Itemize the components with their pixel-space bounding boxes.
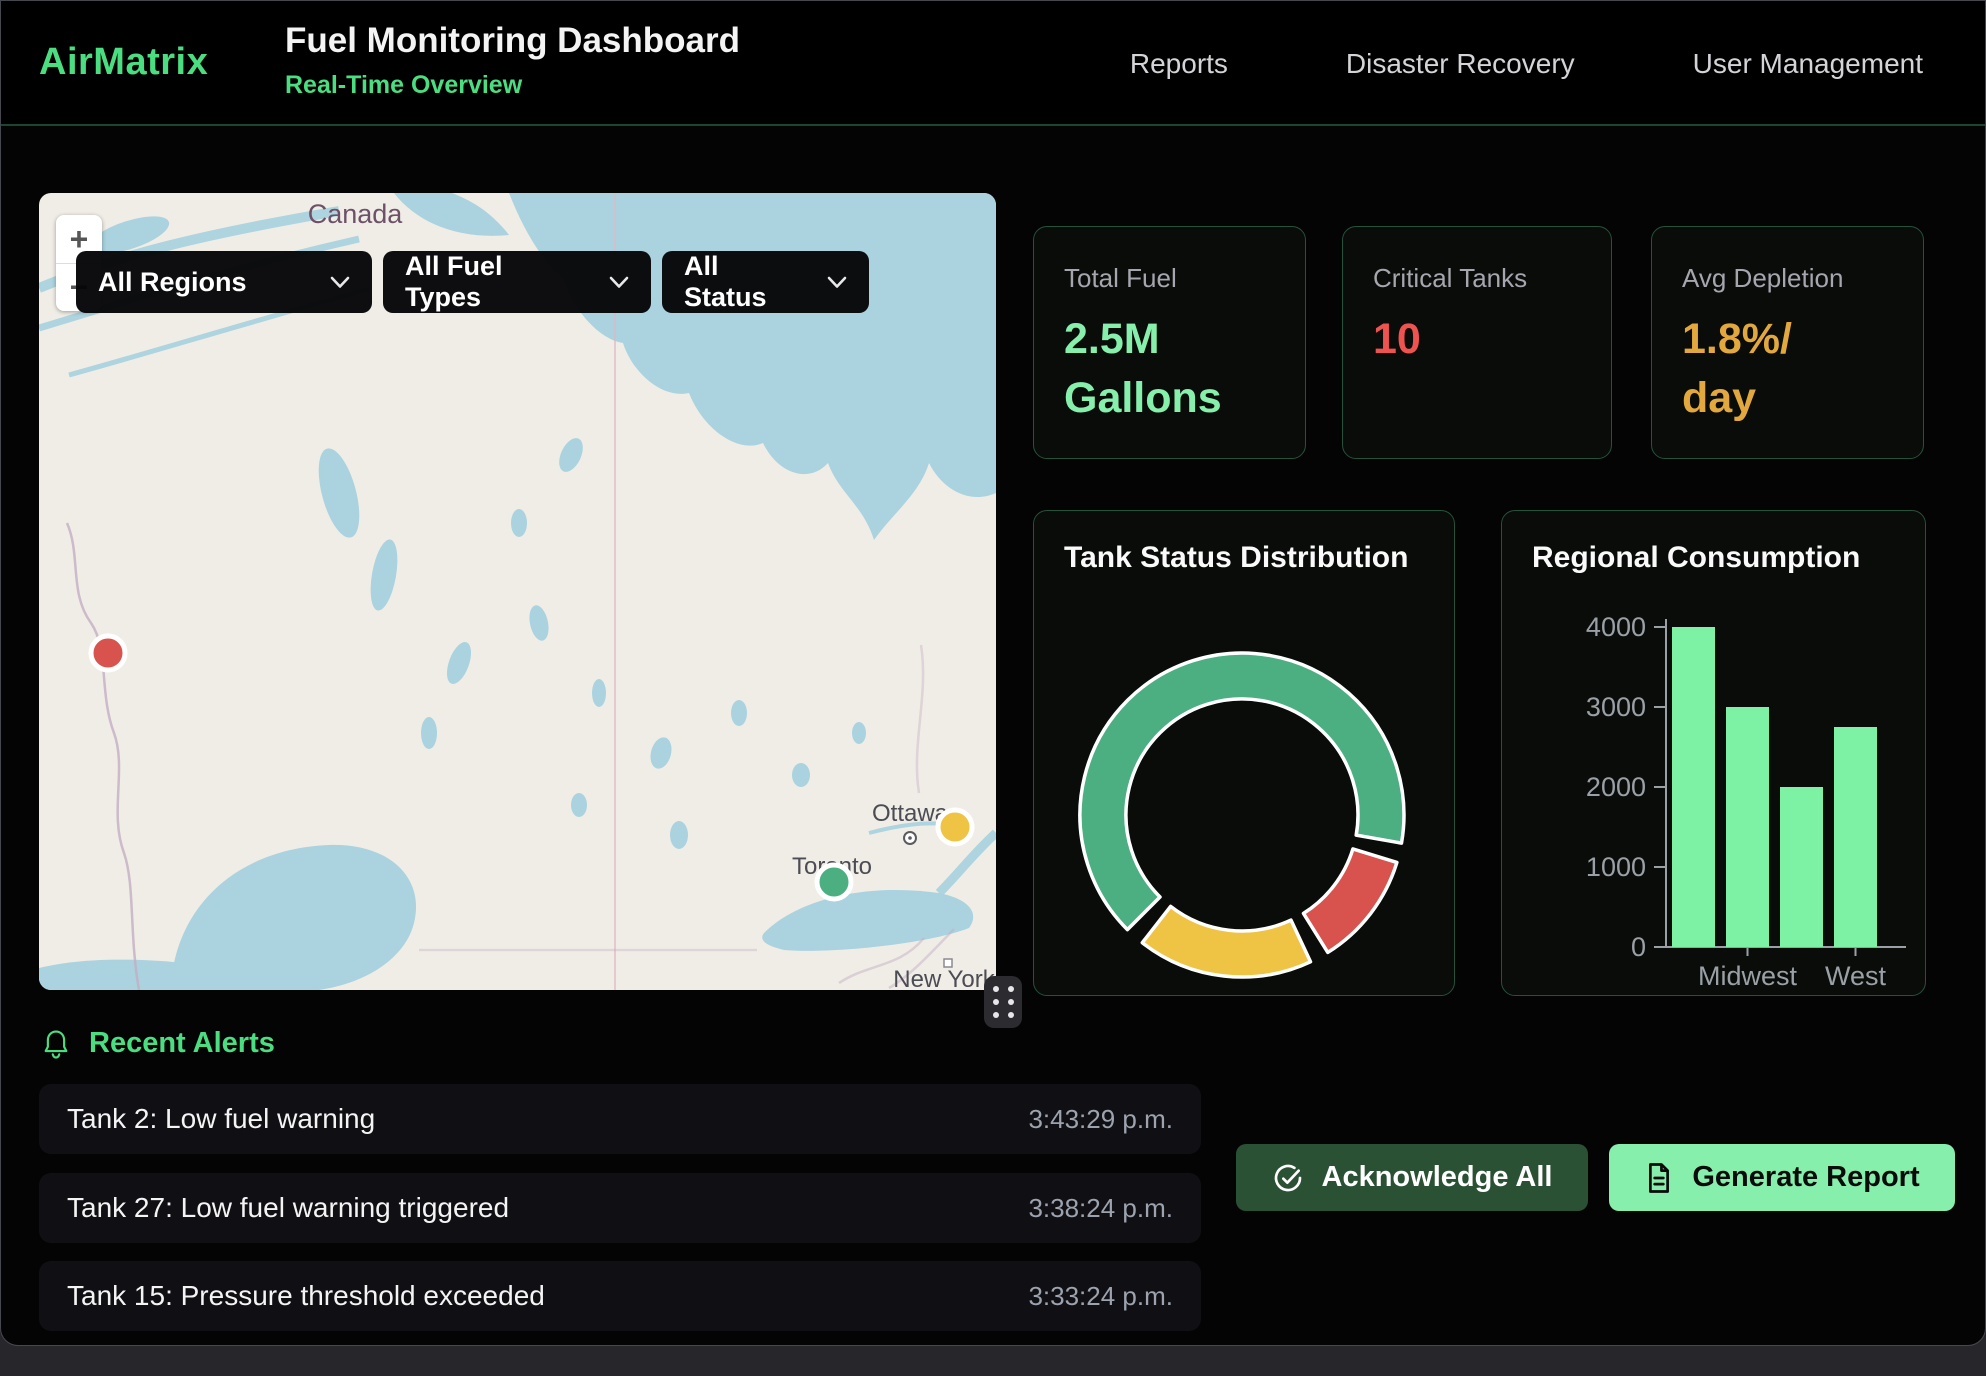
page-subtitle: Real-Time Overview xyxy=(285,71,740,100)
fuel-types-filter-value: All Fuel Types xyxy=(405,251,583,313)
alert-row[interactable]: Tank 15: Pressure threshold exceeded 3:3… xyxy=(39,1261,1201,1331)
top-nav-bar: AirMatrix Fuel Monitoring Dashboard Real… xyxy=(1,1,1985,126)
chevron-down-icon xyxy=(609,276,629,289)
status-filter-dropdown[interactable]: All Status xyxy=(662,251,869,313)
fuel-map[interactable]: Canada Ottawa Toronto New York + − All R… xyxy=(39,193,996,990)
recent-alerts-header: Recent Alerts xyxy=(43,1027,275,1060)
alert-timestamp: 3:33:24 p.m. xyxy=(1028,1281,1173,1312)
acknowledge-all-label: Acknowledge All xyxy=(1322,1161,1553,1194)
status-filter-value: All Status xyxy=(684,251,801,313)
map-filters: All Regions All Fuel Types All Status xyxy=(76,251,869,313)
tank-marker-normal[interactable] xyxy=(817,865,851,899)
svg-text:3000: 3000 xyxy=(1586,692,1646,722)
map-label-new-york: New York xyxy=(893,966,995,990)
main-nav: Reports Disaster Recovery User Managemen… xyxy=(1130,1,1923,126)
kpi-value: 2.5M Gallons xyxy=(1064,310,1275,429)
nav-item-disaster-recovery[interactable]: Disaster Recovery xyxy=(1346,48,1575,80)
regional-consumption-card: Regional Consumption 0 1000 2000 3000 40… xyxy=(1501,510,1926,996)
panel-drag-handle[interactable] xyxy=(984,976,1022,1028)
alert-timestamp: 3:43:29 p.m. xyxy=(1028,1104,1173,1135)
kpi-card-critical-tanks: Critical Tanks 10 xyxy=(1342,226,1612,459)
check-circle-icon xyxy=(1272,1162,1304,1194)
nav-item-user-management[interactable]: User Management xyxy=(1693,48,1923,80)
tank-status-distribution-card: Tank Status Distribution xyxy=(1033,510,1455,996)
kpi-value: 1.8%/ day xyxy=(1682,310,1893,429)
svg-text:0: 0 xyxy=(1631,932,1646,962)
kpi-label: Critical Tanks xyxy=(1373,263,1581,294)
tank-marker-critical[interactable] xyxy=(91,636,125,670)
alert-timestamp: 3:38:24 p.m. xyxy=(1028,1193,1173,1224)
svg-text:1000: 1000 xyxy=(1586,852,1646,882)
acknowledge-all-button[interactable]: Acknowledge All xyxy=(1236,1144,1588,1211)
title-block: Fuel Monitoring Dashboard Real-Time Over… xyxy=(285,21,740,100)
fuel-types-filter-dropdown[interactable]: All Fuel Types xyxy=(383,251,651,313)
svg-text:West: West xyxy=(1825,961,1887,991)
tank-status-donut-chart xyxy=(1034,609,1456,995)
generate-report-button[interactable]: Generate Report xyxy=(1609,1144,1955,1211)
chart-title: Tank Status Distribution xyxy=(1064,541,1408,575)
grip-dots-icon xyxy=(993,986,1014,1018)
kpi-card-total-fuel: Total Fuel 2.5M Gallons xyxy=(1033,226,1306,459)
alert-row[interactable]: Tank 27: Low fuel warning triggered 3:38… xyxy=(39,1173,1201,1243)
nav-item-reports[interactable]: Reports xyxy=(1130,48,1228,80)
kpi-value: 10 xyxy=(1373,310,1581,369)
regional-consumption-bar-chart: 0 1000 2000 3000 4000 Midwest West xyxy=(1502,511,1927,997)
alert-text: Tank 15: Pressure threshold exceeded xyxy=(67,1280,545,1312)
alert-text: Tank 2: Low fuel warning xyxy=(67,1103,375,1135)
page-title: Fuel Monitoring Dashboard xyxy=(285,21,740,61)
dashboard-frame: AirMatrix Fuel Monitoring Dashboard Real… xyxy=(0,0,1986,1346)
alert-text: Tank 27: Low fuel warning triggered xyxy=(67,1192,509,1224)
tank-marker-warning[interactable] xyxy=(938,810,972,844)
svg-text:2000: 2000 xyxy=(1586,772,1646,802)
report-document-icon xyxy=(1644,1162,1674,1194)
recent-alerts-title: Recent Alerts xyxy=(89,1027,275,1060)
svg-text:4000: 4000 xyxy=(1586,612,1646,642)
regions-filter-value: All Regions xyxy=(98,267,247,298)
kpi-label: Total Fuel xyxy=(1064,263,1275,294)
brand-logo: AirMatrix xyxy=(39,41,208,84)
regions-filter-dropdown[interactable]: All Regions xyxy=(76,251,372,313)
map-label-canada: Canada xyxy=(308,199,404,229)
kpi-label: Avg Depletion xyxy=(1682,263,1893,294)
chevron-down-icon xyxy=(827,276,847,289)
generate-report-label: Generate Report xyxy=(1692,1161,1919,1194)
bell-icon xyxy=(43,1029,69,1059)
svg-text:Midwest: Midwest xyxy=(1698,961,1798,991)
alert-row[interactable]: Tank 2: Low fuel warning 3:43:29 p.m. xyxy=(39,1084,1201,1154)
chevron-down-icon xyxy=(330,276,350,289)
kpi-card-avg-depletion: Avg Depletion 1.8%/ day xyxy=(1651,226,1924,459)
